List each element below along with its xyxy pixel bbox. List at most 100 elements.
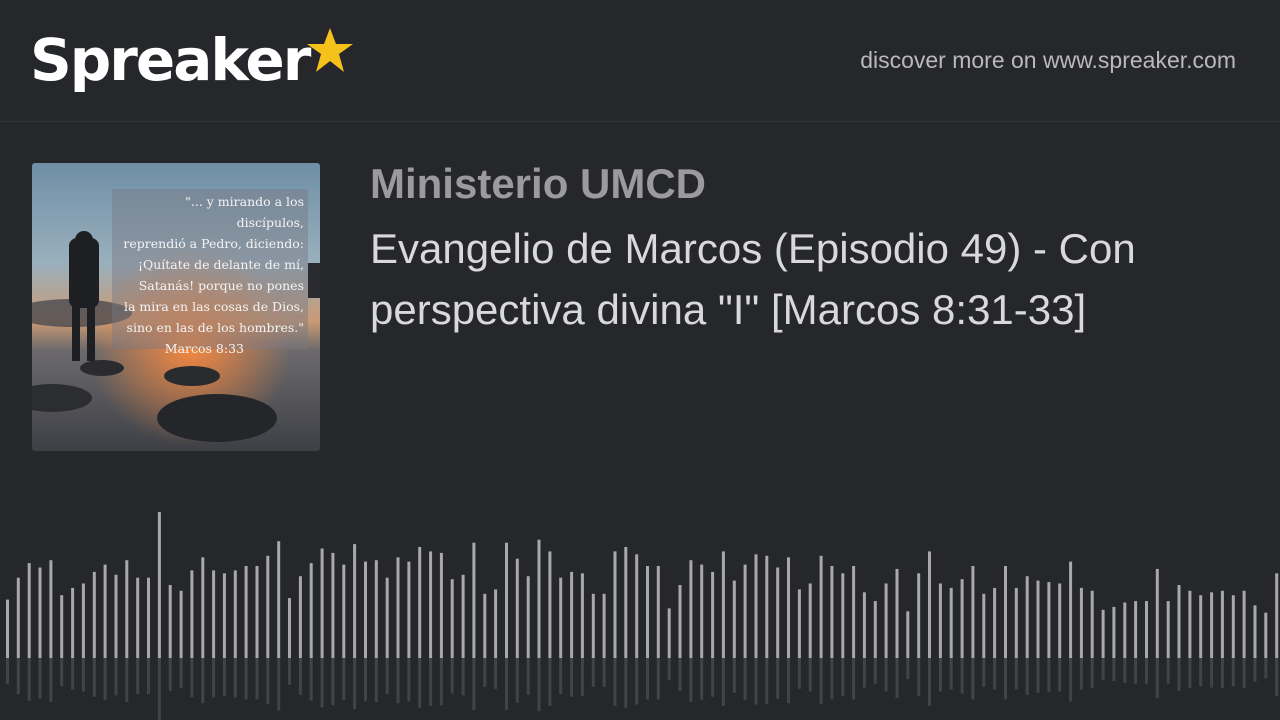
waveform-bar [364,561,367,658]
quote-line: Satanás! porque no pones [138,278,304,293]
waveform-bar [656,566,660,658]
waveform-bar [1231,595,1235,658]
waveform-bar [1264,612,1268,658]
waveform-bar-reflection [1090,658,1094,689]
star-icon [307,28,354,72]
waveform-bar [721,551,725,658]
waveform-bar-reflection [1220,658,1224,689]
audio-waveform[interactable] [0,500,1280,720]
waveform-bar-reflection [613,658,617,706]
waveform-bar-reflection [787,658,790,704]
waveform-bar [830,566,834,658]
waveform-bar-reflection [656,658,660,700]
waveform-bar [1199,595,1203,658]
waveform-bar [624,547,628,658]
waveform-bar-reflection [928,658,931,706]
waveform-bar [971,566,975,658]
waveform-bar-reflection [266,658,270,704]
waveform-bar [505,542,508,658]
header-bar: Spreaker discover more on www.spreaker.c… [0,0,1280,122]
waveform-bar-reflection [483,658,487,687]
waveform-bar-reflection [515,658,519,703]
waveform-bar-reflection [179,658,183,689]
waveform-bar [1058,583,1062,658]
waveform-bar [1047,582,1051,658]
waveform-bar-reflection [1058,658,1062,692]
waveform-bar-reflection [1188,658,1192,689]
waveform-bar [960,579,964,658]
waveform-bar [895,568,899,658]
waveform-bar [797,589,801,658]
waveform-bar-reflection [591,658,595,687]
waveform-bar-reflection [396,658,400,704]
waveform-bar-reflection [353,658,357,710]
waveform-bar [841,573,845,658]
waveform-bar-reflection [635,658,639,705]
waveform-bar [1101,609,1105,658]
waveform-bar-reflection [689,658,693,702]
waveform-bar [16,577,20,658]
waveform-bar [92,571,96,658]
waveform-bar [1004,566,1007,658]
quote-line: "... y mirando a los discípulos, [185,194,304,230]
waveform-bar [1025,576,1029,658]
waveform-bar [1069,561,1073,658]
waveform-bar [233,570,237,658]
waveform-bar [1123,602,1127,658]
waveform-bar-reflection [6,658,9,685]
waveform-bar-reflection [147,658,150,695]
waveform-bar-reflection [602,658,606,687]
waveform-bar [81,583,85,658]
waveform-bar-reflection [1047,658,1051,693]
waveform-bar-reflection [754,658,758,705]
waveform-bar [667,608,671,658]
waveform-bar [1145,601,1148,658]
waveform-bar [439,552,443,658]
waveform-bar-reflection [1275,658,1279,697]
waveform-bar [515,558,519,658]
waveform-bar [331,552,335,658]
waveform-bar-reflection [190,658,194,698]
waveform-bar [591,593,595,658]
waveform-bar [342,564,346,658]
waveform-bar [570,571,574,658]
waveform-bar-reflection [16,658,20,695]
waveform-bar [732,580,736,658]
waveform-bar [353,544,357,658]
waveform-bar [928,551,931,658]
waveform-bar [743,564,747,658]
waveform-bar-reflection [1253,658,1257,682]
waveform-bar-reflection [971,658,975,700]
waveform-bar-reflection [830,658,834,700]
waveform-bar-reflection [993,658,997,690]
waveform-bar [472,542,476,658]
waveform-bar [1242,590,1246,658]
waveform-bar [917,573,921,658]
waveform-bar [147,577,150,658]
quote-reference: Marcos 8:33 [164,341,244,356]
waveform-bar [1155,568,1159,658]
waveform-bar [700,564,704,658]
waveform-bar [613,551,617,658]
waveform-bar-reflection [364,658,367,702]
waveform-bar-reflection [960,658,964,694]
discover-link[interactable]: discover more on www.spreaker.com [860,47,1236,74]
waveform-bar [212,570,216,658]
waveform-bar [385,577,389,658]
waveform-bar [1275,573,1279,658]
waveform-bar [6,599,9,658]
waveform-bar [765,555,769,658]
waveform-bar [244,566,248,658]
waveform-bar [1112,606,1116,658]
waveform-bar-reflection [906,658,910,679]
waveform-bar [819,555,823,658]
waveform-bar [277,541,281,658]
waveform-bar-reflection [157,658,161,720]
waveform-bar-reflection [1036,658,1040,693]
podcast-name[interactable]: Ministerio UMCD [370,160,706,208]
waveform-bar [646,566,649,658]
quote-line: sino en las de los hombres." [126,320,304,335]
spreaker-logo[interactable]: Spreaker [30,24,355,96]
waveform-bar-reflection [331,658,335,706]
quote-line: reprendió a Pedro, diciendo: [123,236,304,251]
